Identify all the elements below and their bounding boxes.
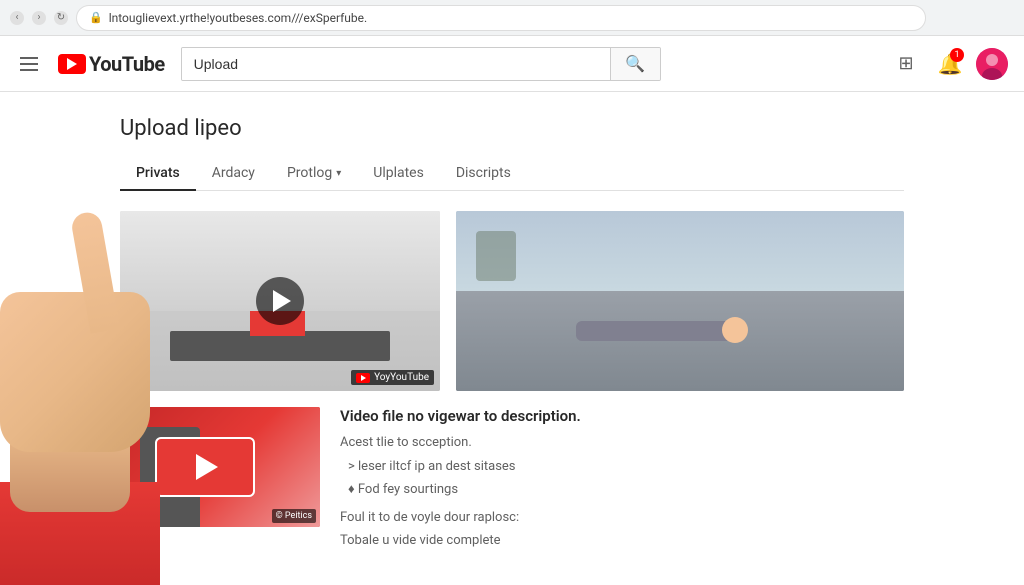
refresh-button[interactable]: ↻ [54, 11, 68, 25]
hamburger-menu[interactable] [16, 53, 42, 75]
tab-ardacy[interactable]: Ardacy [196, 157, 271, 191]
video-thumbnail-3[interactable]: © Peitics [120, 407, 320, 527]
search-icon: 🔍 [625, 54, 645, 74]
tab-protlog[interactable]: Protlog ▾ [271, 157, 357, 191]
video-row-1: YoyYouTube [120, 211, 904, 391]
video-row-2: © Peitics Video file no vigewar to descr… [120, 407, 904, 555]
forward-button[interactable]: › [32, 11, 46, 25]
notifications-button[interactable]: 🔔 1 [932, 46, 968, 82]
youtube-mini-logo [356, 373, 370, 383]
search-input[interactable] [182, 48, 610, 80]
main-content: Upload lipeo Privats Ardacy Protlog ▾ Ul… [0, 92, 1024, 585]
browser-chrome: ‹ › ↻ 🔒 lntouglievext.yrthe!youtbeses.co… [0, 0, 1024, 36]
youtube-header: YouTube 🔍 ⊞ 🔔 1 [0, 36, 1024, 92]
back-button[interactable]: ‹ [10, 11, 24, 25]
apps-grid-icon[interactable]: ⊞ [888, 46, 924, 82]
video-source-label-3: © Peitics [272, 509, 316, 523]
tabs-bar: Privats Ardacy Protlog ▾ Ulplates Discri… [120, 157, 904, 191]
tab-discripts[interactable]: Discripts [440, 157, 527, 191]
page-title: Upload lipeo [120, 116, 904, 141]
play-button-1[interactable] [256, 277, 304, 325]
chevron-down-icon: ▾ [336, 168, 341, 179]
notification-badge: 1 [950, 48, 964, 62]
youtube-logo-text: YouTube [89, 52, 165, 76]
avatar[interactable] [976, 48, 1008, 80]
video-info-panel: Video file no vigewar to description. Ac… [340, 407, 904, 555]
youtube-logo[interactable]: YouTube [58, 52, 165, 76]
tab-privats[interactable]: Privats [120, 157, 196, 191]
video-thumbnail-1[interactable]: YoyYouTube [120, 211, 440, 391]
video-source-label-1: YoyYouTube [351, 370, 434, 385]
url-text: lntouglievext.yrthe!youtbeses.com///exSp… [109, 11, 367, 25]
search-button[interactable]: 🔍 [610, 48, 660, 80]
youtube-logo-icon [58, 54, 86, 74]
video-info-description: Acest tlie to scception. > leser iltcf i… [340, 433, 904, 551]
search-bar[interactable]: 🔍 [181, 47, 661, 81]
lock-icon: 🔒 [89, 11, 103, 24]
tab-ulplates[interactable]: Ulplates [357, 157, 440, 191]
header-right: ⊞ 🔔 1 [888, 46, 1008, 82]
video-thumbnail-2[interactable] [456, 211, 904, 391]
address-bar[interactable]: 🔒 lntouglievext.yrthe!youtbeses.com///ex… [76, 5, 926, 31]
video-info-title: Video file no vigewar to description. [340, 407, 904, 425]
